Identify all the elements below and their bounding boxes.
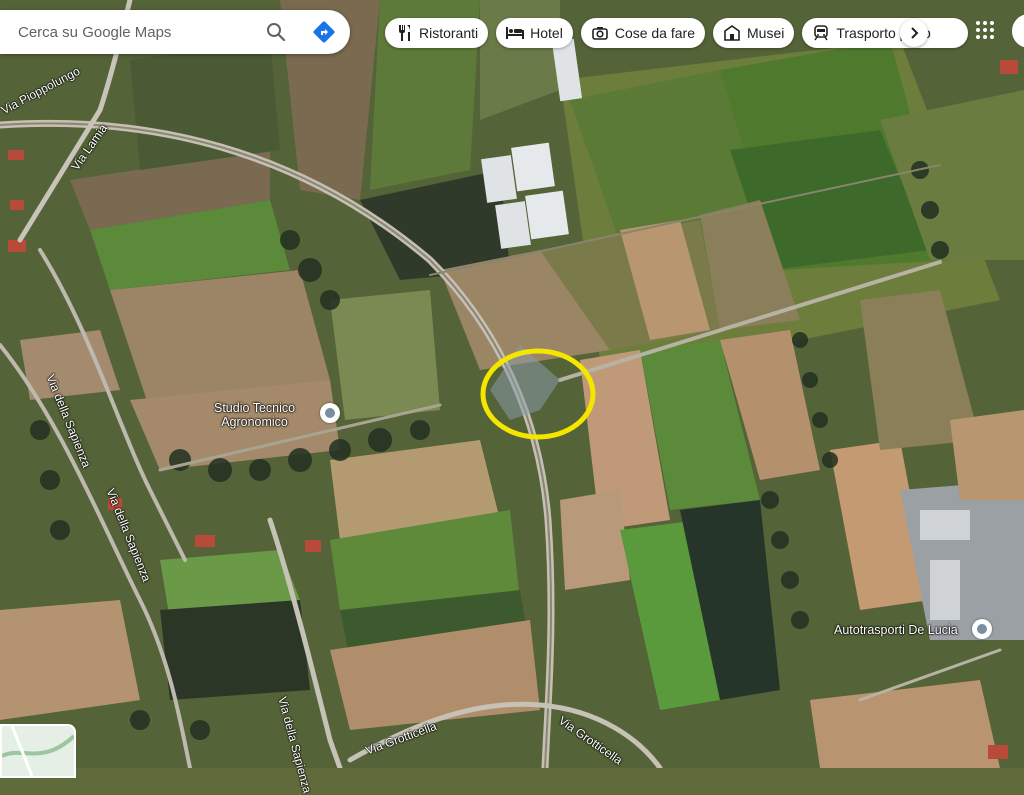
search-input[interactable]	[16, 22, 260, 42]
chip-restaurants[interactable]: Ristoranti	[385, 18, 489, 48]
place-pin-icon[interactable]	[972, 619, 992, 639]
directions-icon[interactable]	[312, 20, 336, 44]
property-area[interactable]	[490, 345, 560, 420]
museum-icon	[723, 24, 741, 42]
train-icon	[812, 24, 830, 42]
chip-hotel[interactable]: Hotel	[496, 18, 573, 48]
chips-next-button[interactable]	[900, 19, 928, 47]
chip-label: Ristoranti	[419, 25, 479, 41]
chip-museums[interactable]: Musei	[713, 18, 795, 48]
bed-icon	[506, 24, 525, 42]
place-label-studio-tecnico[interactable]: Studio Tecnico Agronomico	[214, 401, 295, 429]
fork-knife-icon	[395, 24, 413, 42]
search-box	[0, 10, 350, 54]
search-icon[interactable]	[264, 20, 288, 44]
place-pin-icon[interactable]	[320, 403, 340, 423]
place-label-autotrasporti[interactable]: Autotrasporti De Lucia	[834, 623, 958, 637]
chip-label: Musei	[747, 25, 785, 41]
highlight-overlay	[480, 345, 596, 440]
category-chips: Ristoranti Hotel Cose da fare Musei Tras…	[385, 18, 969, 48]
chip-label: Hotel	[530, 25, 563, 41]
chip-public-transport[interactable]: Trasporto pubb	[802, 18, 969, 48]
layer-toggle-thumbnail[interactable]	[0, 724, 76, 778]
camera-icon	[591, 24, 609, 42]
apps-grid-icon[interactable]	[975, 20, 997, 42]
chip-things-to-do[interactable]: Cose da fare	[580, 18, 705, 48]
chip-label: Cose da fare	[614, 25, 695, 41]
chevron-right-icon	[911, 27, 919, 39]
